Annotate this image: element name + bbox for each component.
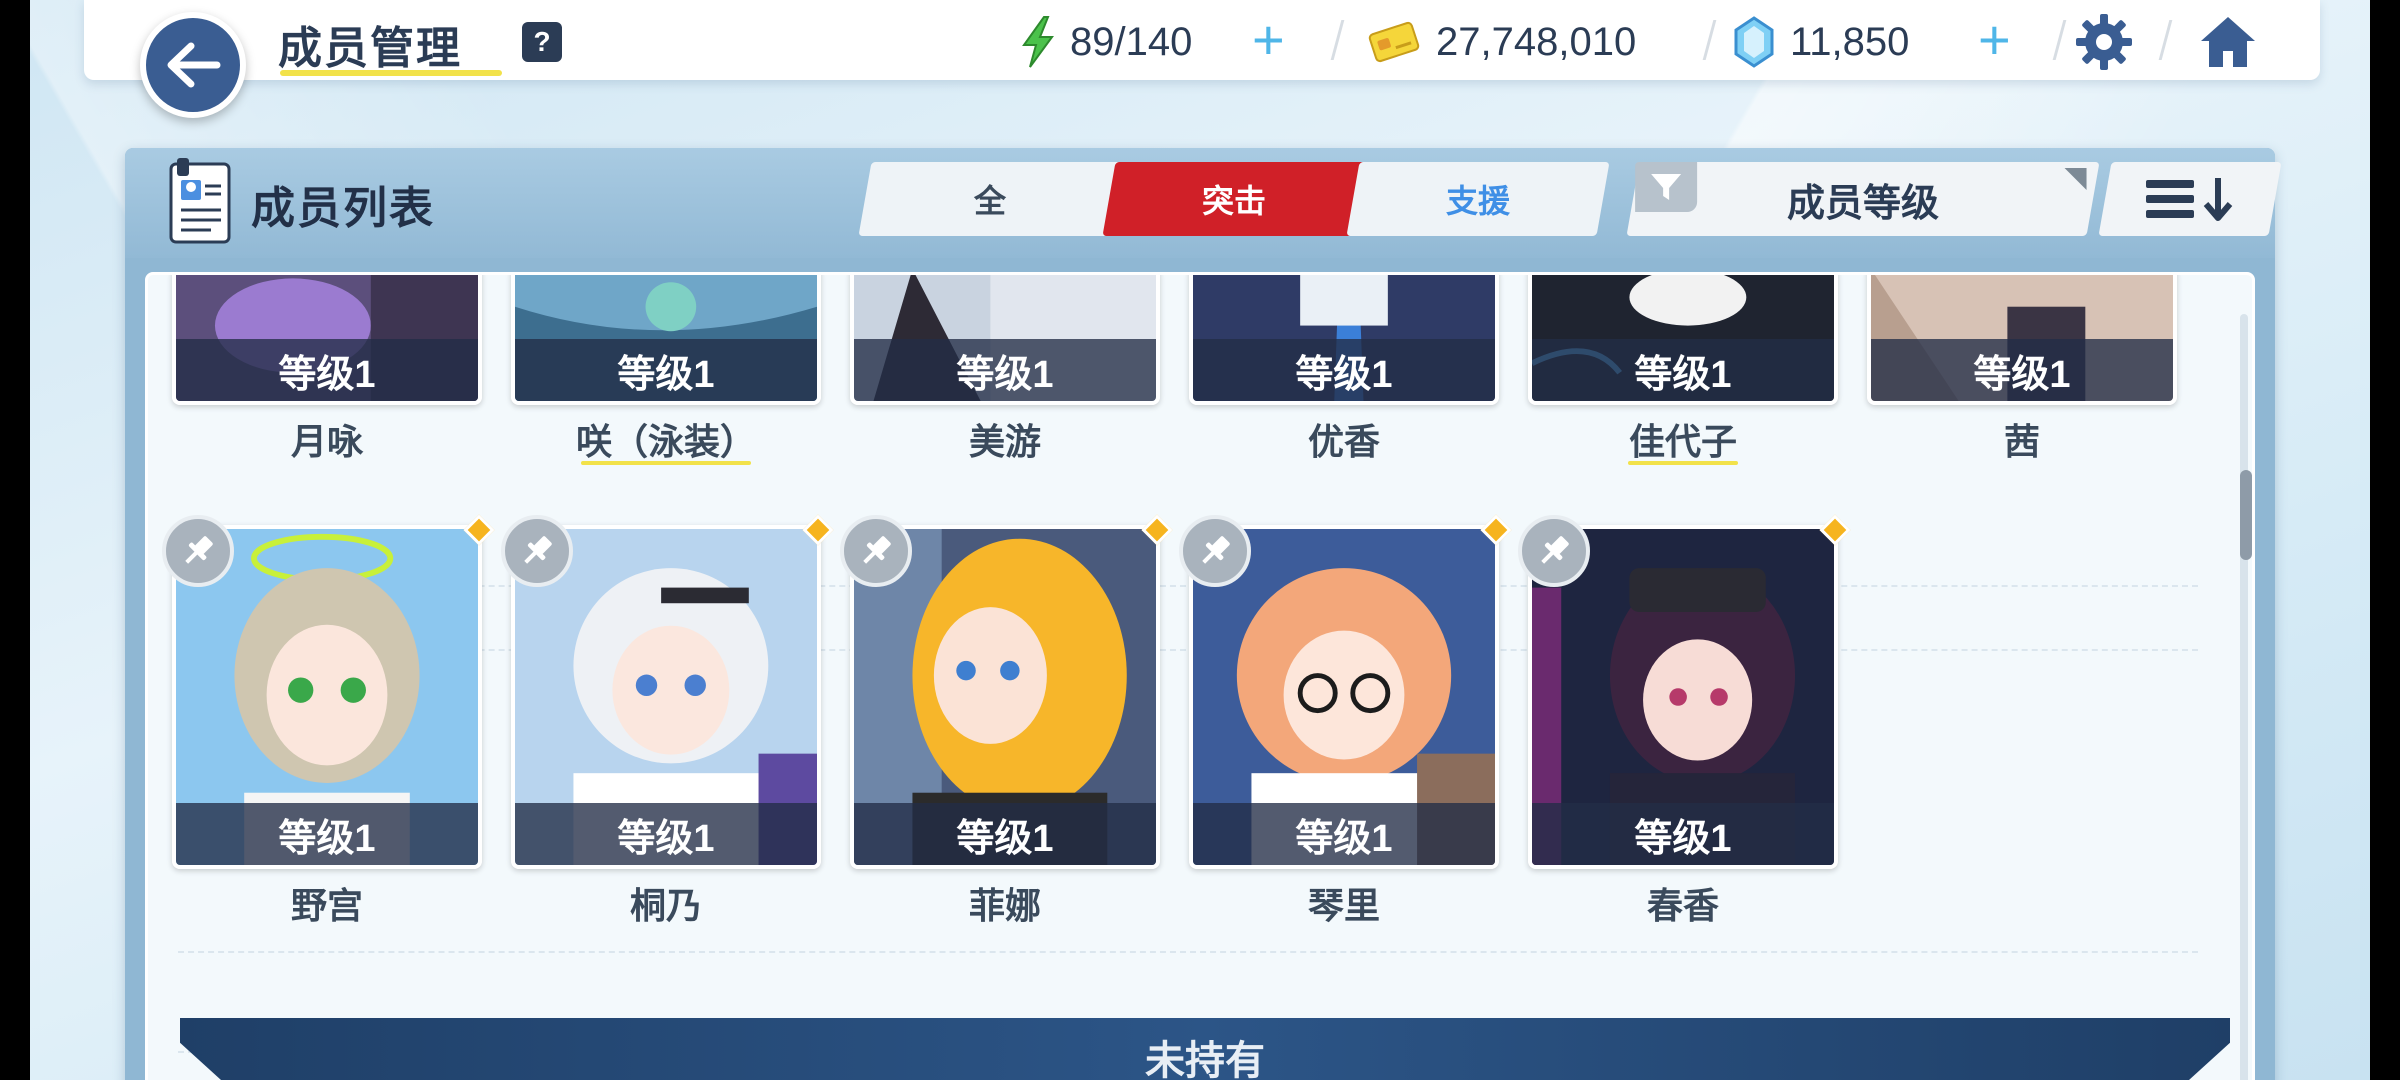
unowned-section-header: 未持有: [180, 1018, 2230, 1080]
pin-icon: [863, 536, 891, 564]
member-name: 月咏: [290, 421, 363, 462]
member-card[interactable]: 等级1 佳代子: [1528, 275, 1838, 465]
level-badge: 等级1: [1193, 339, 1495, 401]
pin-button[interactable]: [1518, 515, 1590, 587]
level-badge: 等级1: [854, 339, 1156, 401]
member-list-panel: 成员列表 全 突击 支援 成员等级 等级1 月咏 等级1 咲（泳装） 等级1 美…: [125, 148, 2282, 1080]
member-name: 桐乃: [629, 885, 702, 926]
member-portrait: 等级1: [850, 275, 1160, 405]
level-badge: 等级1: [1193, 803, 1495, 865]
pyroxene-value: 11,850: [1790, 19, 1910, 64]
pin-button[interactable]: [162, 515, 234, 587]
level-badge: 等级1: [176, 803, 478, 865]
level-badge: 等级1: [1871, 339, 2173, 401]
name-highlight: [581, 461, 751, 465]
add-stamina-button[interactable]: +: [1252, 12, 1285, 68]
sort-order-button[interactable]: [2098, 162, 2282, 236]
credit-card-icon: [1368, 21, 1420, 63]
gear-icon: [2076, 14, 2132, 70]
member-card[interactable]: 等级1 美游: [850, 275, 1160, 465]
name-highlight: [1628, 461, 1738, 465]
member-card[interactable]: 等级1 菲娜: [840, 514, 1173, 945]
home-button[interactable]: [2196, 10, 2260, 74]
pin-icon: [185, 536, 213, 564]
tab-striker[interactable]: 突击: [1102, 162, 1366, 236]
dropdown-corner-icon: [2064, 168, 2087, 190]
game-viewport: 成员管理 ? 89/140 + 27,748,010 11,850 + 成员列表…: [30, 0, 2370, 1080]
member-name: 咲（泳装）: [575, 421, 756, 462]
tab-special[interactable]: 支援: [1346, 162, 1610, 236]
level-badge: 等级1: [176, 339, 478, 401]
member-list-icon: [169, 158, 231, 244]
pyroxene-display: 11,850: [1732, 14, 1909, 70]
sort-icon: [2146, 178, 2233, 221]
member-name: 优香: [1307, 421, 1380, 462]
member-name: 琴里: [1307, 885, 1380, 926]
member-card[interactable]: 等级1 野宫: [162, 514, 495, 945]
pin-button[interactable]: [840, 515, 912, 587]
tab-all-label: 全: [973, 183, 1006, 219]
member-portrait: 等级1: [1189, 275, 1499, 405]
member-name: 佳代子: [1628, 421, 1737, 462]
level-badge: 等级1: [854, 803, 1156, 865]
member-card[interactable]: 等级1 优香: [1189, 275, 1499, 465]
member-portrait: 等级1: [1867, 275, 2177, 405]
add-pyroxene-button[interactable]: +: [1978, 12, 2011, 68]
member-portrait: 等级1: [511, 275, 821, 405]
member-grid[interactable]: 等级1 月咏 等级1 咲（泳装） 等级1 美游 等级1 优香 等级1 佳代子 等…: [145, 272, 2255, 1080]
settings-button[interactable]: [2072, 10, 2136, 74]
stamina-display: 89/140: [1018, 14, 1192, 70]
pin-icon: [1202, 536, 1230, 564]
credits-value: 27,748,010: [1436, 19, 1637, 64]
member-card[interactable]: 等级1 月咏: [172, 275, 482, 465]
member-name: 美游: [968, 421, 1041, 462]
level-badge: 等级1: [1532, 803, 1834, 865]
sort-criteria-dropdown[interactable]: 成员等级: [1626, 162, 2100, 236]
member-name: 菲娜: [968, 885, 1041, 926]
title-underline: [280, 70, 502, 76]
pin-icon: [1541, 536, 1569, 564]
member-name: 茜: [2003, 421, 2040, 462]
tab-all[interactable]: 全: [858, 162, 1122, 236]
scrollbar-track[interactable]: [2240, 314, 2248, 1080]
page-title: 成员管理: [278, 24, 462, 73]
stamina-bolt-icon: [1022, 16, 1054, 68]
member-card[interactable]: 等级1 桐乃: [501, 514, 834, 945]
scrollbar-thumb[interactable]: [2240, 470, 2252, 560]
pin-icon: [524, 536, 552, 564]
member-name: 春香: [1646, 885, 1719, 926]
pin-button[interactable]: [501, 515, 573, 587]
member-card[interactable]: 等级1 琴里: [1179, 514, 1512, 945]
member-portrait: 等级1: [172, 275, 482, 405]
pyroxene-gem-icon: [1734, 16, 1774, 68]
row-divider: [178, 951, 2198, 953]
sort-criteria-label: 成员等级: [1786, 182, 1939, 225]
help-button[interactable]: ?: [522, 22, 562, 62]
credits-display: 27,748,010: [1366, 14, 1636, 70]
back-button[interactable]: [140, 12, 246, 118]
pin-button[interactable]: [1179, 515, 1251, 587]
back-arrow-icon: [167, 42, 221, 88]
level-badge: 等级1: [515, 339, 817, 401]
home-icon: [2201, 17, 2255, 67]
member-card[interactable]: 等级1 咲（泳装）: [511, 275, 821, 465]
tab-striker-label: 突击: [1201, 183, 1266, 219]
type-tabs: 全 突击 支援: [858, 162, 1610, 236]
member-card[interactable]: 等级1 春香: [1518, 514, 1851, 945]
level-badge: 等级1: [1532, 339, 1834, 401]
stamina-value: 89/140: [1070, 19, 1193, 64]
level-badge: 等级1: [515, 803, 817, 865]
member-name: 野宫: [290, 885, 363, 926]
panel-title: 成员列表: [251, 184, 435, 233]
member-card[interactable]: 等级1 茜: [1867, 275, 2177, 465]
tab-special-label: 支援: [1445, 183, 1510, 219]
member-portrait: 等级1: [1528, 275, 1838, 405]
